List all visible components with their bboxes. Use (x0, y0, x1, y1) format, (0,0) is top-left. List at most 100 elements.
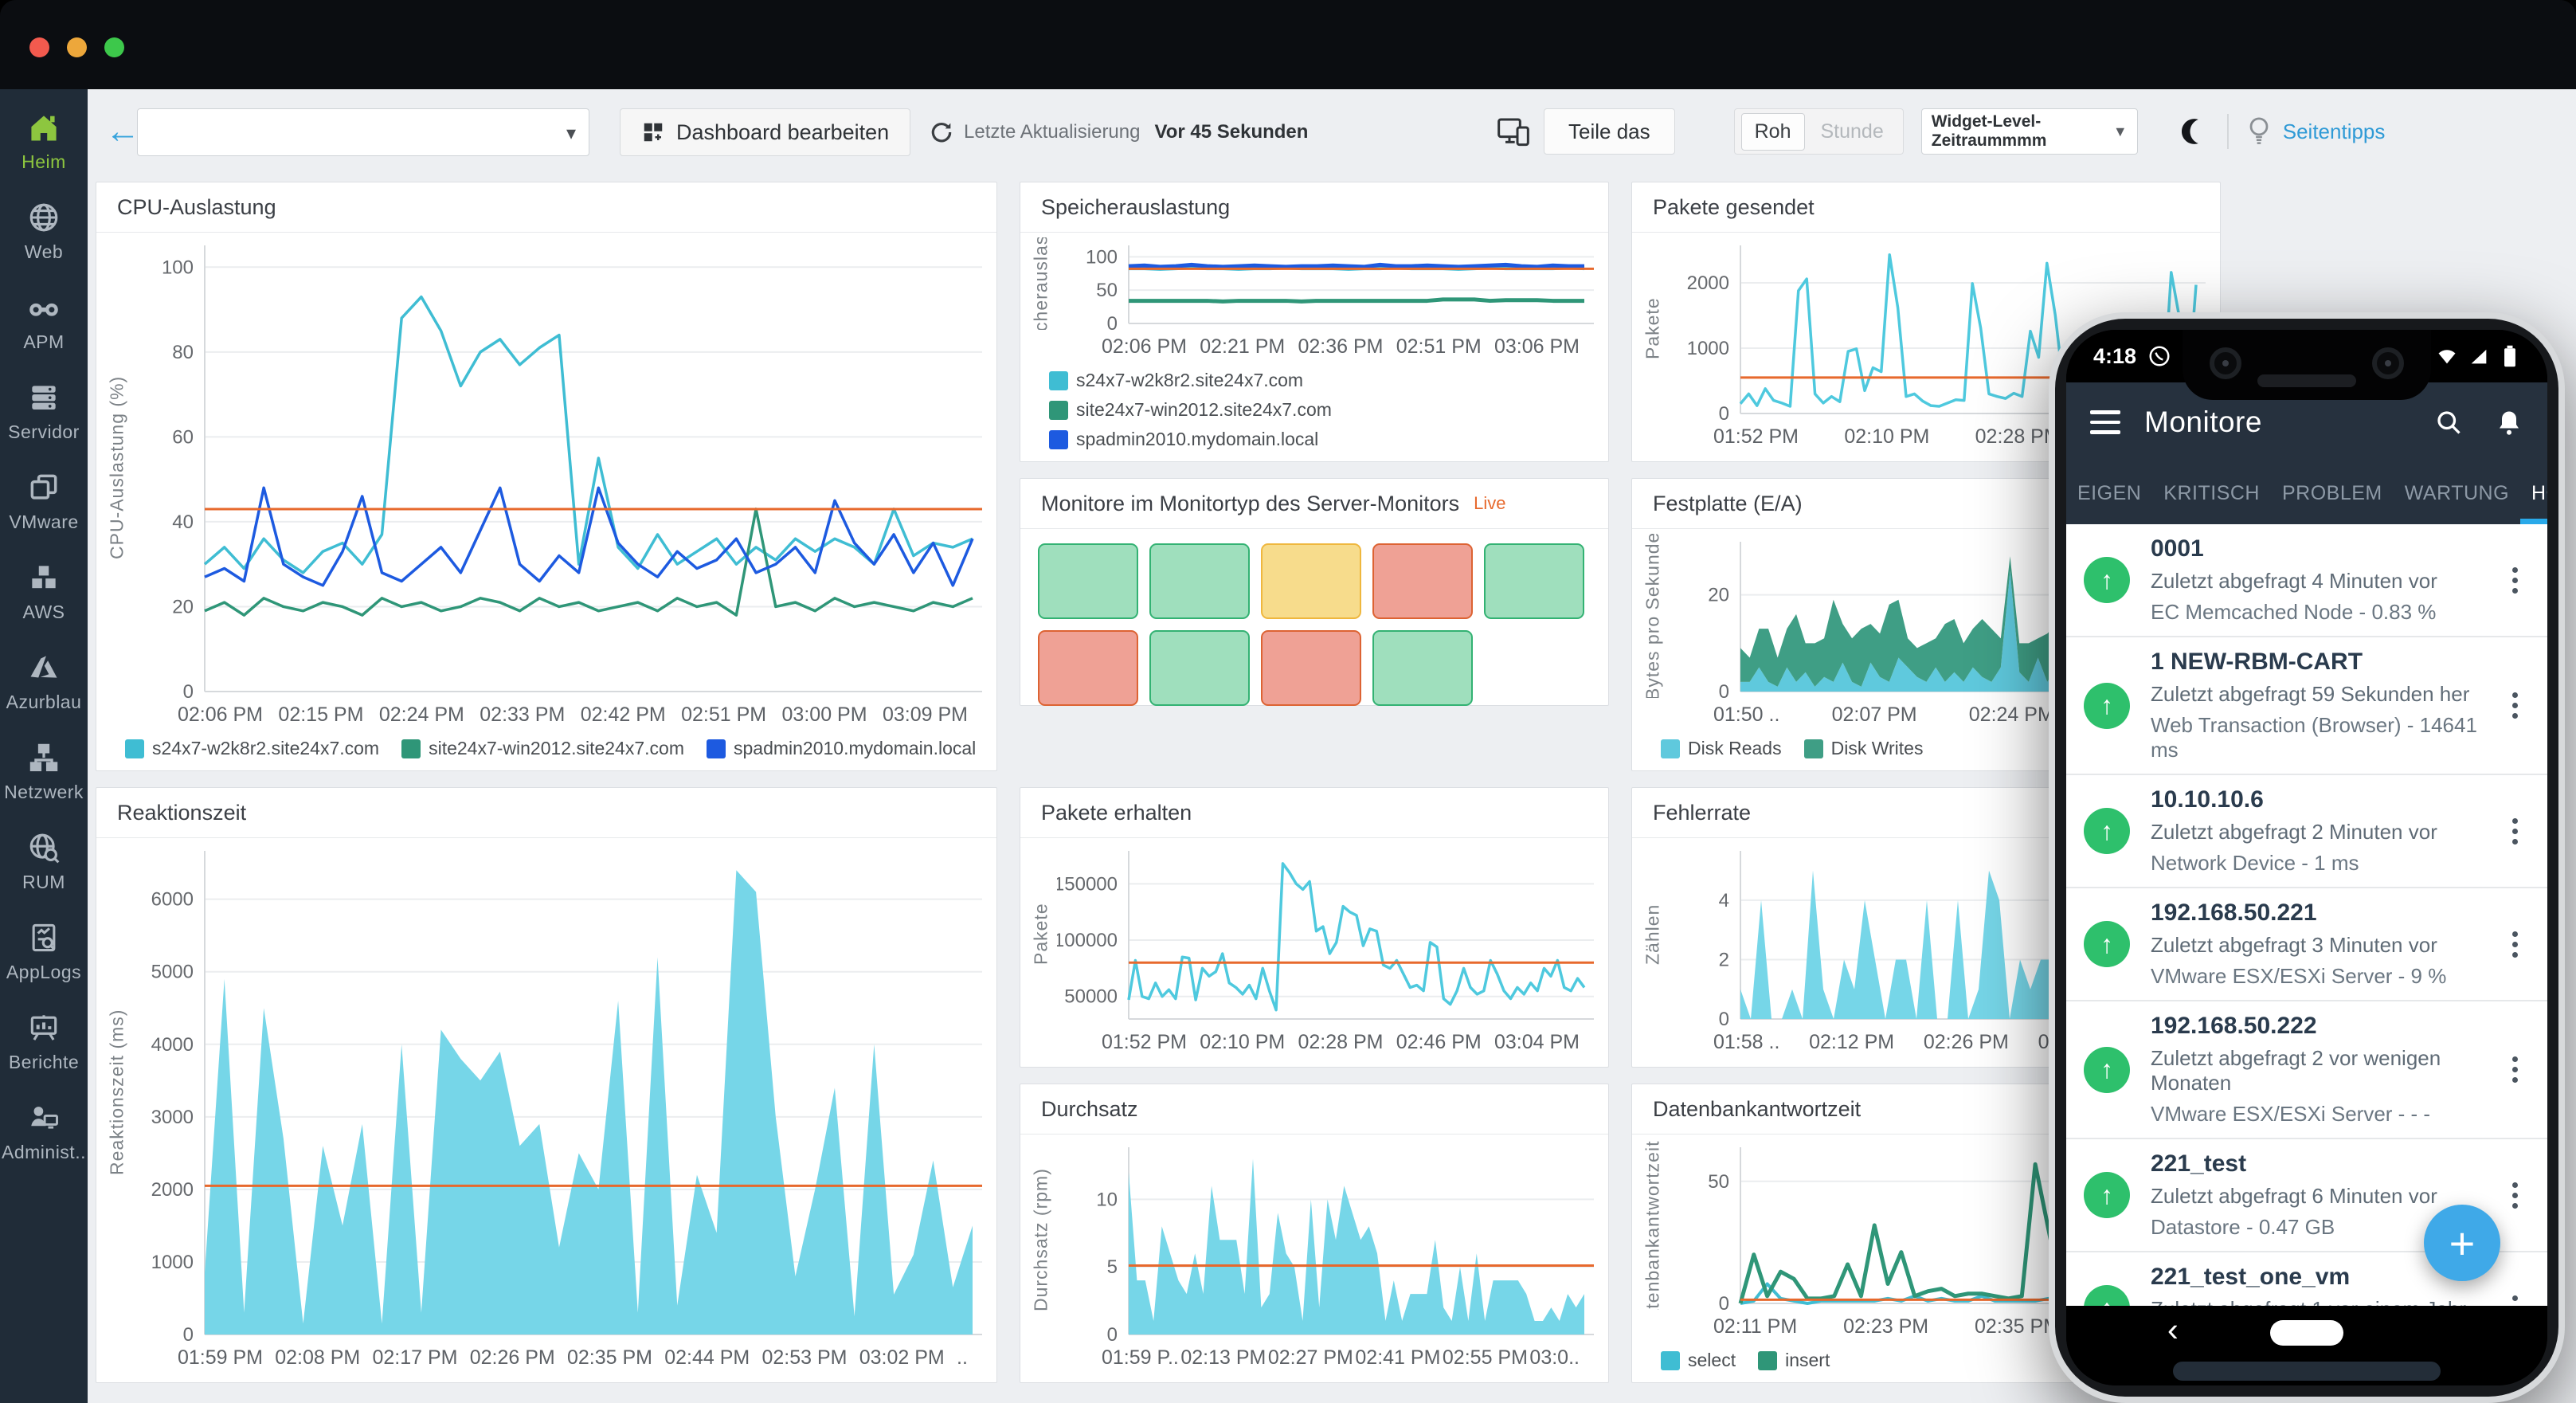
status-up-icon: ↑ (2084, 683, 2130, 729)
bell-icon[interactable] (2495, 408, 2523, 437)
tab-wartung[interactable]: WARTUNG (2394, 462, 2520, 524)
monitor-tile-up[interactable] (1149, 543, 1250, 619)
monitor-tile-up[interactable] (1038, 543, 1138, 619)
item-menu-kebab-icon[interactable] (2503, 931, 2527, 958)
item-menu-kebab-icon[interactable] (2503, 567, 2527, 594)
nav-home-button[interactable] (2270, 1320, 2343, 1346)
monitor-detail: Network Device - 1 ms (2151, 851, 2503, 876)
minimize-window-button[interactable] (67, 37, 87, 57)
menu-hamburger-icon[interactable] (2090, 410, 2120, 434)
phone-app-title: Monitore (2144, 406, 2262, 439)
sidebar-item-apm[interactable]: APM (0, 290, 88, 353)
item-menu-kebab-icon[interactable] (2503, 1056, 2527, 1083)
x-tick-label: 02:35 PM (1975, 1315, 2060, 1338)
chevron-down-icon: ▾ (566, 122, 576, 145)
x-tick-label: 02:12 PM (1809, 1031, 1894, 1054)
add-monitor-fab[interactable]: + (2424, 1205, 2500, 1281)
share-button[interactable]: Teile das (1544, 108, 1675, 155)
legend-item: insert (1758, 1350, 1830, 1371)
tab-hoch[interactable]: HOCH (2520, 462, 2547, 524)
back-arrow-icon[interactable]: ← (105, 112, 140, 151)
svg-text:0: 0 (1107, 1324, 1118, 1341)
svg-text:80: 80 (172, 342, 194, 363)
nav-back-button[interactable]: ‹ (2167, 1311, 2179, 1349)
gesture-handle[interactable] (2173, 1362, 2441, 1381)
y-axis-label: Zählen (1637, 843, 1669, 1025)
chevron-down-icon: ▼ (2113, 123, 2128, 140)
sidebar-item-web[interactable]: Web (0, 200, 88, 263)
x-tick-label: 02:53 PM (762, 1346, 848, 1370)
sidebar-item-aws[interactable]: AWS (0, 560, 88, 623)
widget-level-period-select[interactable]: Widget-Level-Zeitraummmm ▼ (1921, 108, 2138, 155)
lightbulb-icon[interactable] (2246, 116, 2272, 147)
monitor-tile-up[interactable] (1484, 543, 1584, 619)
sidebar-item-label: VMware (9, 511, 78, 533)
refresh-icon[interactable] (929, 120, 954, 145)
svg-text:0: 0 (1719, 681, 1729, 698)
monitor-tile-down[interactable] (1038, 630, 1138, 706)
x-tick-label: 01:52 PM (1713, 425, 1799, 449)
report-board-icon (26, 1010, 61, 1045)
sidebar-item-azurblau[interactable]: Azurblau (0, 650, 88, 713)
y-axis-label: Bytes pro Sekunde (1637, 534, 1669, 698)
sidebar-item-heim[interactable]: Heim (0, 110, 88, 173)
x-axis-labels: 01:59 PM02:08 PM02:17 PM02:26 PM02:35 PM… (101, 1341, 989, 1374)
window-titlebar (0, 0, 2576, 89)
monitor-list-item[interactable]: ↑192.168.50.221Zuletzt abgefragt 3 Minut… (2066, 888, 2547, 1001)
last-refresh-value: Vor 45 Sekunden (1154, 121, 1308, 143)
monitor-tile-down[interactable] (1261, 630, 1361, 706)
item-menu-kebab-icon[interactable] (2503, 1182, 2527, 1209)
close-window-button[interactable] (29, 37, 49, 57)
monitor-list-item[interactable]: ↑192.168.50.222Zuletzt abgefragt 2 vor w… (2066, 1001, 2547, 1139)
tab-problem[interactable]: PROBLEM (2271, 462, 2394, 524)
sidebar-item-label: Administ.. (2, 1142, 86, 1163)
sidebar-item-label: APM (23, 331, 64, 353)
svg-text:100: 100 (1086, 246, 1118, 268)
item-menu-kebab-icon[interactable] (2503, 692, 2527, 719)
tab-kritisch[interactable]: KRITISCH (2152, 462, 2271, 524)
raw-toggle[interactable]: Roh (1741, 113, 1805, 151)
sidebar-item-berichte[interactable]: Berichte (0, 1010, 88, 1073)
rum-globe-icon (26, 830, 61, 865)
up-arrow-icon: ↑ (2100, 1055, 2113, 1084)
x-tick-label: 02:44 PM (664, 1346, 750, 1370)
monitor-tile-up[interactable] (1372, 630, 1473, 706)
svg-text:2: 2 (1719, 949, 1729, 970)
svg-text:4000: 4000 (151, 1034, 194, 1056)
sidebar-item-administ[interactable]: Administ.. (0, 1100, 88, 1163)
x-tick-label: 02:10 PM (1844, 425, 1929, 449)
devices-icon[interactable] (1496, 116, 1531, 147)
search-icon[interactable] (2434, 408, 2463, 437)
up-arrow-icon: ↑ (2100, 691, 2113, 720)
hour-toggle[interactable]: Stunde (1808, 114, 1897, 150)
svg-text:50: 50 (1096, 280, 1118, 301)
monitor-tile-up[interactable] (1149, 630, 1250, 706)
dark-mode-moon-icon[interactable] (2179, 116, 2210, 147)
monitor-tile-trouble[interactable] (1261, 543, 1361, 619)
monitor-list-item[interactable]: ↑10.10.10.6Zuletzt abgefragt 2 Minuten v… (2066, 775, 2547, 888)
svg-text:10: 10 (1096, 1189, 1118, 1210)
x-tick-label: 02:06 PM (178, 703, 263, 727)
sidebar-item-rum[interactable]: RUM (0, 830, 88, 893)
monitor-list-item[interactable]: ↑0001Zuletzt abgefragt 4 Minuten vorEC M… (2066, 524, 2547, 637)
item-menu-kebab-icon[interactable] (2503, 1295, 2527, 1307)
sidebar-item-netzwerk[interactable]: Netzwerk (0, 740, 88, 803)
sidebar-item-servidor[interactable]: Servidor (0, 380, 88, 443)
battery-icon (2500, 344, 2520, 368)
x-tick-label: 02:35 PM (567, 1346, 652, 1370)
sidebar-item-vmware[interactable]: VMware (0, 470, 88, 533)
item-menu-kebab-icon[interactable] (2503, 818, 2527, 845)
page-tips-link[interactable]: Seitentipps (2283, 120, 2386, 144)
globe-icon (26, 200, 61, 235)
x-tick-label: 02:24 PM (379, 703, 464, 727)
monitor-tile-down[interactable] (1372, 543, 1473, 619)
sidebar-item-applogs[interactable]: AppLogs (0, 920, 88, 983)
edit-dashboard-button[interactable]: Dashboard bearbeiten (620, 108, 910, 156)
status-up-icon: ↑ (2084, 1047, 2130, 1093)
monitor-list-item[interactable]: ↑1 NEW-RBM-CARTZuletzt abgefragt 59 Seku… (2066, 637, 2547, 775)
dashboard-select[interactable]: ▾ (137, 108, 589, 156)
monitor-name: 1 NEW-RBM-CART (2151, 649, 2503, 676)
tab-eigen[interactable]: EIGEN (2066, 462, 2152, 524)
monitor-name: 10.10.10.6 (2151, 786, 2503, 813)
maximize-window-button[interactable] (104, 37, 124, 57)
